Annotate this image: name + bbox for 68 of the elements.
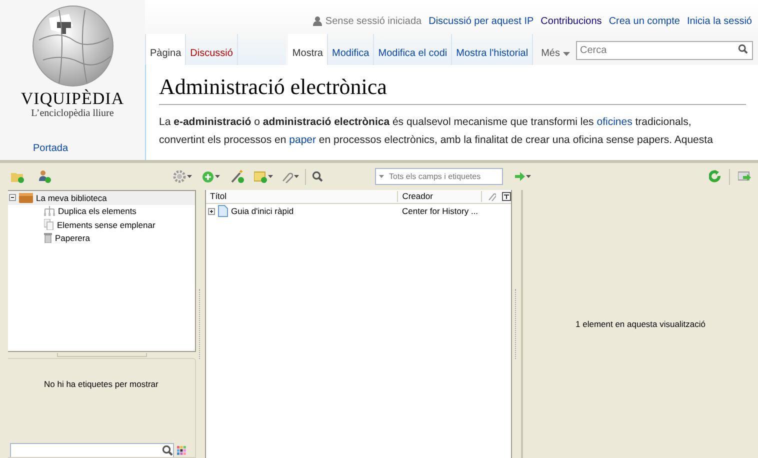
namespace-tab[interactable]: Pàgina: [146, 34, 186, 65]
window-arrow-icon: [738, 170, 752, 182]
login-status-text: Sense sessió iniciada: [325, 16, 422, 26]
item-count-message: 1 element en aquesta visualització: [576, 319, 706, 329]
caret-icon: [294, 175, 299, 178]
paperclip-icon: [488, 192, 496, 201]
search-icon: [312, 171, 323, 182]
view-tab[interactable]: Mostra: [288, 34, 328, 65]
tag-filter-field[interactable]: [10, 443, 174, 457]
actions-menu-button[interactable]: [173, 168, 192, 186]
wand-icon: [231, 170, 244, 183]
collapse-icon[interactable]: [9, 194, 16, 202]
documents-icon: [44, 219, 54, 230]
view-tab[interactable]: Modifica el codi: [374, 34, 452, 65]
duplicates-icon: [44, 206, 55, 216]
column-header[interactable]: Creador: [398, 191, 482, 202]
collection-item[interactable]: Duplica els elements: [58, 206, 136, 216]
new-folder-icon: [11, 170, 25, 182]
article-link[interactable]: paper: [289, 134, 316, 146]
namespace-tab[interactable]: Discussió: [186, 34, 238, 65]
new-group-button[interactable]: [38, 168, 52, 186]
library-icon: [19, 192, 33, 204]
people-icon: [38, 170, 52, 183]
article-link[interactable]: oficines: [596, 116, 632, 128]
user-icon: [313, 16, 322, 26]
tag-colors-icon: [177, 446, 186, 454]
collection-row[interactable]: La meva biblioteca: [8, 191, 195, 204]
search-icon: [738, 44, 748, 54]
document-icon: [218, 205, 228, 217]
trash-icon: [44, 233, 52, 244]
splitter-handle[interactable]: [198, 289, 202, 359]
site-wordmark: VIQUIPÈDIA: [20, 90, 124, 108]
note-icon: [254, 170, 267, 182]
caret-icon: [215, 175, 220, 178]
site-tagline: L’enciclopèdia lliure: [31, 108, 114, 119]
caret-icon: [526, 175, 531, 178]
library-search-field[interactable]: Tots els camps i etiquetes: [375, 168, 503, 185]
view-tab[interactable]: Modifica: [328, 34, 374, 65]
add-by-identifier-button[interactable]: [231, 168, 244, 186]
search-icon: [162, 445, 173, 456]
more-menu-button[interactable]: Més: [533, 34, 576, 65]
add-icon: [202, 170, 214, 182]
item-creator: Center for History ...: [401, 206, 478, 216]
sync-icon: [709, 170, 721, 183]
personal-link[interactable]: Crea un compte: [608, 16, 680, 26]
sidebar-link[interactable]: Portada: [33, 143, 68, 154]
caret-icon: [268, 175, 273, 178]
personal-link[interactable]: Inicia la sessió: [686, 16, 752, 26]
caret-icon: [563, 52, 570, 56]
personal-link[interactable]: Discussió per aquest IP: [428, 16, 534, 26]
paperclip-icon: [281, 170, 293, 182]
search-field[interactable]: Cerca: [576, 41, 753, 60]
collection-label: La meva biblioteca: [36, 192, 107, 203]
splitter-handle[interactable]: [514, 289, 518, 359]
view-tab[interactable]: Mostra l'historial: [452, 34, 534, 65]
article-title: Administració electrònica: [159, 73, 746, 105]
tags-empty-message: No hi ha etiquetes per mostrar: [44, 379, 160, 389]
article-intro: La e-administració o administració electrònica és qualsevol mecanisme que transformi les oficines tradicionals, convertint els processos en paper en processos electrònics, amb la finalitat de crear una oficina sense papers. Aquesta: [159, 115, 714, 148]
item-title[interactable]: Guia d'inici ràpid: [231, 206, 294, 216]
splitter-handle[interactable]: [57, 353, 147, 357]
collection-item[interactable]: Paperera: [55, 233, 90, 244]
caret-icon: [187, 175, 192, 178]
expand-icon[interactable]: [208, 208, 215, 214]
collection-item[interactable]: Elements sense emplenar: [57, 220, 156, 230]
gear-icon: [173, 170, 186, 183]
column-header[interactable]: Títol: [206, 191, 398, 202]
arrow-right-icon: [515, 172, 525, 181]
personal-link[interactable]: Contribucions: [540, 16, 602, 26]
